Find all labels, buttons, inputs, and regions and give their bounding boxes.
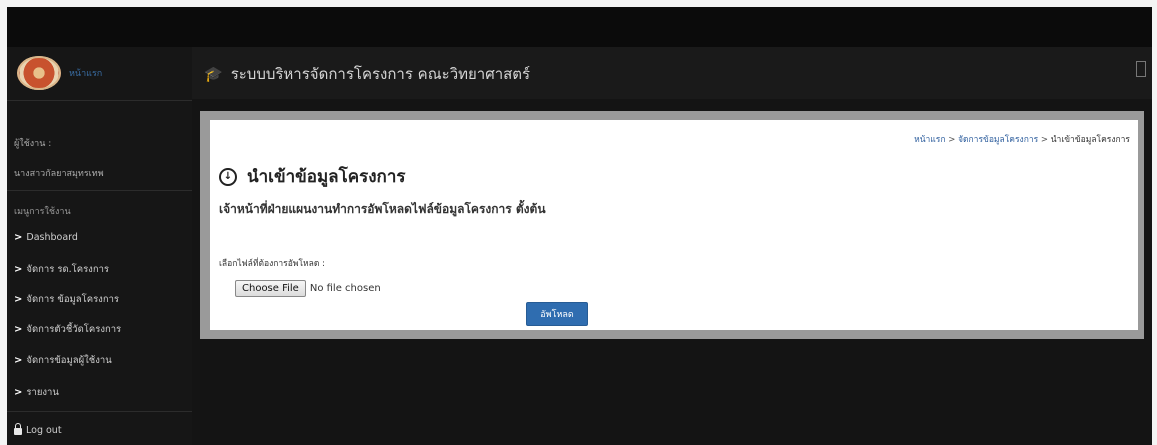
sidebar-divider: [7, 190, 192, 191]
app-title-bar: 🎓 ระบบบริหารจัดการโครงการ คณะวิทยาศาสตร์: [204, 62, 530, 86]
breadcrumb-home[interactable]: หน้าแรก: [914, 135, 945, 145]
breadcrumb-current: นำเข้าข้อมูลโครงการ: [1050, 135, 1130, 145]
faculty-logo: [17, 56, 61, 90]
lock-icon: [14, 423, 22, 435]
sidebar-item-label: Dashboard: [26, 232, 78, 243]
chevron-right-icon: >: [14, 324, 23, 335]
sidebar-item-users[interactable]: > จัดการข้อมูลผู้ใช้งาน: [14, 353, 112, 368]
app-title: ระบบบริหารจัดการโครงการ คณะวิทยาศาสตร์: [230, 65, 531, 83]
user-name: นางสาวกัลยาสมุทรเทพ: [14, 169, 104, 179]
sidebar-item-project-budget[interactable]: > จัดการ รด.โครงการ: [14, 262, 109, 277]
page-title: ↓ นำเข้าข้อมูลโครงการ: [219, 163, 406, 190]
graduation-cap-icon: 🎓: [204, 65, 223, 83]
logo-area[interactable]: หน้าแรก: [17, 56, 102, 90]
panel-frame: หน้าแรก > จัดการข้อมูลโครงการ > นำเข้าข้…: [200, 111, 1144, 339]
file-input[interactable]: Choose File No file chosen: [235, 280, 381, 297]
header-toggle-button[interactable]: [1136, 61, 1146, 77]
breadcrumb-project-data[interactable]: จัดการข้อมูลโครงการ: [958, 135, 1038, 145]
sidebar-divider: [7, 100, 192, 101]
sidebar-item-label: จัดการตัวชี้วัดโครงการ: [26, 324, 122, 335]
sidebar-item-project-data[interactable]: > จัดการ ข้อมูลโครงการ: [14, 292, 119, 307]
user-label: ผู้ใช้งาน :: [14, 139, 52, 149]
sidebar-divider: [7, 411, 192, 412]
sidebar: หน้าแรก ผู้ใช้งาน : นางสาวกัลยาสมุทรเทพ …: [7, 47, 192, 445]
logout-button[interactable]: Log out: [14, 423, 62, 436]
import-panel: หน้าแรก > จัดการข้อมูลโครงการ > นำเข้าข้…: [210, 120, 1138, 330]
chevron-right-icon: >: [14, 232, 23, 243]
breadcrumb: หน้าแรก > จัดการข้อมูลโครงการ > นำเข้าข้…: [914, 132, 1130, 146]
breadcrumb-separator: >: [948, 135, 956, 145]
chevron-right-icon: >: [14, 294, 23, 305]
page-subtitle: เจ้าหน้าที่ฝ่ายแผนงานทำการอัพโหลดไฟล์ข้อ…: [219, 202, 546, 216]
file-input-label: เลือกไฟล์ที่ต้องการอัพโหลด :: [219, 259, 325, 269]
sidebar-item-label: จัดการ รด.โครงการ: [26, 264, 110, 275]
upload-button[interactable]: อัพโหลด: [526, 302, 588, 326]
menu-title: เมนูการใช้งาน: [14, 207, 71, 217]
sidebar-item-label: จัดการข้อมูลผู้ใช้งาน: [26, 355, 112, 366]
sidebar-item-label: รายงาน: [26, 387, 59, 398]
file-status: No file chosen: [309, 283, 381, 294]
top-band: [7, 7, 1152, 47]
logout-label: Log out: [26, 425, 62, 436]
choose-file-button[interactable]: Choose File: [235, 280, 306, 297]
logo-text[interactable]: หน้าแรก: [69, 66, 102, 80]
chevron-right-icon: >: [14, 264, 23, 275]
sidebar-item-project-indicators[interactable]: > จัดการตัวชี้วัดโครงการ: [14, 322, 121, 337]
top-header: 🎓 ระบบบริหารจัดการโครงการ คณะวิทยาศาสตร์: [192, 47, 1152, 99]
app-screen: หน้าแรก ผู้ใช้งาน : นางสาวกัลยาสมุทรเทพ …: [7, 7, 1152, 445]
sidebar-item-reports[interactable]: > รายงาน: [14, 385, 59, 400]
sidebar-item-label: จัดการ ข้อมูลโครงการ: [26, 294, 120, 305]
breadcrumb-separator: >: [1040, 135, 1049, 145]
chevron-right-icon: >: [14, 355, 23, 366]
page-title-text: นำเข้าข้อมูลโครงการ: [247, 167, 406, 187]
chevron-right-icon: >: [14, 387, 23, 398]
download-circle-icon: ↓: [219, 167, 237, 186]
main-content: หน้าแรก > จัดการข้อมูลโครงการ > นำเข้าข้…: [192, 99, 1152, 445]
sidebar-item-dashboard[interactable]: > Dashboard: [14, 232, 78, 243]
